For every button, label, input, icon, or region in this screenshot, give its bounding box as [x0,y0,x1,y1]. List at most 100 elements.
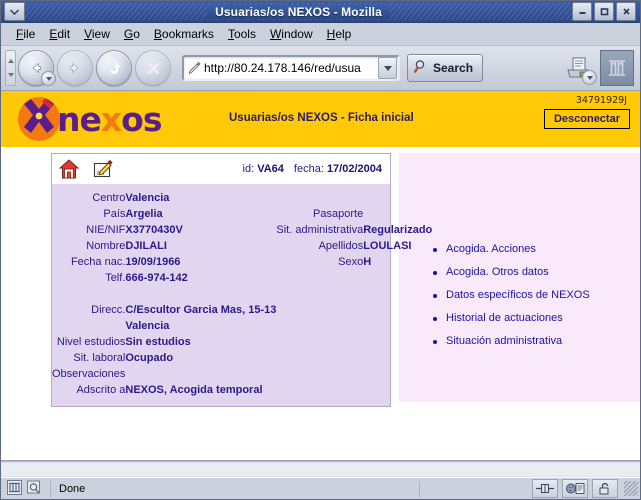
cookie-manager-icon[interactable] [562,479,588,498]
unlocked-padlock-icon[interactable] [592,479,618,498]
side-menu-item-historial-actuaciones[interactable]: Historial de actuaciones [433,312,590,324]
resize-grip[interactable] [624,481,638,496]
nexos-banner: nexos Usuarias/os NEXOS - Ficha inicial … [1,91,640,147]
value-sexo: H [363,256,372,268]
side-menu-item-acogida-otros-datos[interactable]: Acogida. Otros datos [433,266,590,278]
url-dropdown-button[interactable] [378,57,397,79]
chevron-down-icon [383,65,392,71]
menu-item-tools[interactable]: Tools [221,26,263,42]
menu-item-view[interactable]: View [77,26,117,42]
scrollbar-track[interactable] [1,463,640,476]
label-nie-nif: NIE/NIF [86,224,126,236]
menu-item-edit-rest: dit [57,27,71,41]
fecha-value: 17/02/2004 [326,163,382,175]
card-meta: id: VA64 fecha: 17/02/2004 [243,163,382,175]
page-info-icon[interactable] [27,480,44,498]
field-row-nivel-estudios: Nivel estudios Sin estudios [52,334,432,350]
horizontal-scrollbar[interactable] [1,461,640,477]
back-history-dropdown[interactable] [41,71,56,86]
print-button[interactable] [562,51,597,85]
window-titlebar: Usuarias/os NEXOS - Mozilla [1,1,640,23]
field-row-direcc: Direcc. C/Escultor Garcia Mas, 15-13 [52,302,432,318]
print-dropdown[interactable] [582,70,597,85]
value2-direcc [363,302,432,318]
menu-item-window[interactable]: Window [263,26,320,42]
value-nombre: DJILALI [125,240,167,252]
menu-item-edit[interactable]: Edit [42,26,77,42]
card-header: id: VA64 fecha: 17/02/2004 [52,154,390,184]
value-telf: 666-974-142 [125,272,188,284]
value2-telf [363,270,432,286]
home-icon[interactable] [58,158,80,180]
minimize-button[interactable] [572,2,592,21]
menu-item-help[interactable]: Help [320,26,359,42]
label-sexo: Sexo [338,256,364,268]
reload-button[interactable] [96,50,132,86]
menu-item-file[interactable]: File [9,26,42,42]
window-controls [572,2,636,21]
status-bar-left-icons [1,479,50,498]
label-sit-laboral: Sit. laboral [73,352,126,364]
field-row-centro: Centro Valencia [52,190,432,206]
field-row-fecha-nac: Fecha nac. 19/09/1966 Sexo H [52,254,432,270]
url-text[interactable]: http://80.24.178.146/red/usua [204,61,378,75]
back-button[interactable] [18,50,56,86]
menu-item-bookmarks[interactable]: Bookmarks [147,26,221,42]
value-adscrito-a: NEXOS, Acogida temporal [125,384,263,396]
edit-pencil-icon[interactable] [92,158,114,180]
value-observaciones [125,366,276,382]
window-title: Usuarias/os NEXOS - Mozilla [25,4,572,19]
url-bar[interactable]: http://80.24.178.146/red/usua [182,55,400,81]
label2-adscrito-a [276,382,363,398]
card-body: Centro Valencia País Argelia Pasaporte N… [52,184,432,406]
forward-button[interactable] [57,50,93,86]
label2-centro [276,190,363,206]
value-direcc: C/Escultor Garcia Mas, 15-13 [125,304,277,316]
search-button[interactable]: Search [407,54,484,82]
id-value: VA64 [257,163,284,175]
field-row-pais: País Argelia Pasaporte [52,206,432,222]
side-menu-item-acogida-acciones[interactable]: Acogida. Acciones [433,243,590,255]
menu-item-help-rest: elp [335,27,352,41]
label-adscrito-a: Adscrito a [76,384,126,396]
value-pais: Argelia [125,208,163,220]
close-button[interactable] [616,2,636,21]
navigation-toolbar: http://80.24.178.146/red/usua Search [1,46,640,91]
value2-observaciones [363,366,432,382]
field-row-nie-nif: NIE/NIF X3770430V Sit. administrativa Re… [52,222,432,238]
grip-up-arrow-icon [7,59,14,63]
label-sit-administrativa: Sit. administrativa [276,224,364,236]
field-row-nombre: Nombre DJILALI Apellidos LOULASI [52,238,432,254]
window-menu-button[interactable] [4,2,25,21]
nexos-logo[interactable]: nexos [15,96,163,142]
value-nie-nif: X3770430V [125,224,183,236]
logout-button[interactable]: Desconectar [543,109,630,129]
record-fields-table: Centro Valencia País Argelia Pasaporte N… [52,190,432,398]
screenshot-root: Usuarias/os NEXOS - Mozilla File Edit Vi… [0,0,641,500]
page-body: Acogida. Acciones Acogida. Otros datos D… [1,147,640,407]
side-menu-item-situacion-administrativa[interactable]: Situación administrativa [433,335,590,347]
value-sit-laboral: Ocupado [125,352,174,364]
field-row-adscrito-a: Adscrito a NEXOS, Acogida temporal [52,382,432,398]
side-menu-item-datos-especificos[interactable]: Datos específicos de NEXOS [433,289,590,301]
search-button-label: Search [433,61,474,75]
value-spacer [125,286,276,302]
window-title-text: Usuarias/os NEXOS - Mozilla [207,4,390,19]
label-fecha-nac: Fecha nac. [70,256,126,268]
stop-button[interactable] [135,50,171,86]
menu-item-file-rest: ile [23,27,36,41]
side-menu-list: Acogida. Acciones Acogida. Otros datos D… [433,243,590,358]
menu-item-tools-rest: ools [233,27,256,41]
status-bar-separator-2 [419,480,420,497]
mozilla-throbber[interactable] [600,50,634,86]
menu-item-go[interactable]: Go [117,26,147,42]
connection-icon[interactable] [532,479,558,498]
maximize-button[interactable] [594,2,614,21]
nexos-logo-mark-icon [15,96,63,142]
forward-arrow-icon [70,62,79,74]
toolbar-grip[interactable] [5,50,16,86]
value2-spacer [363,286,432,302]
label2-direcc-line2 [276,318,363,334]
toolbar-right-group [562,50,636,86]
mozilla-logo-icon[interactable] [7,479,22,498]
